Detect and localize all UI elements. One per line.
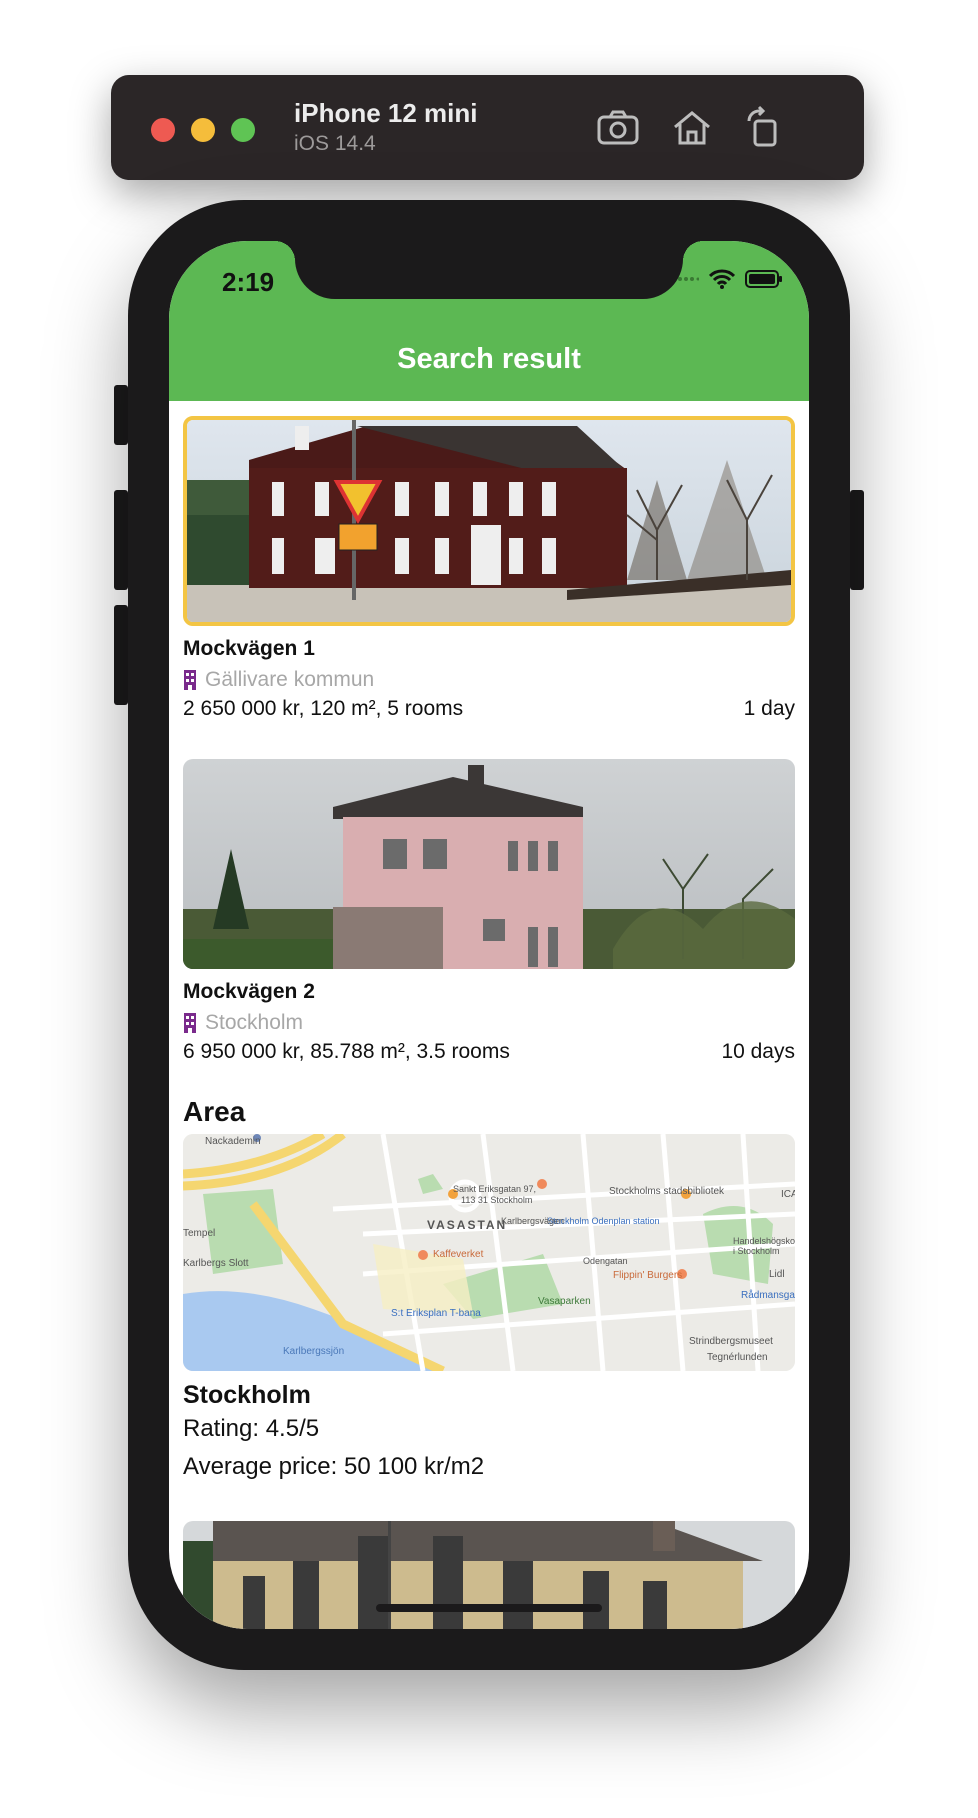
zoom-window-button[interactable] <box>231 118 255 142</box>
status-icons <box>677 269 783 289</box>
listing-photo[interactable] <box>183 416 795 626</box>
building-icon <box>184 670 196 690</box>
status-time: 2:19 <box>222 267 275 297</box>
listing-card[interactable]: Mockvägen 2 Stockholm 6 950 000 kr, 85.7… <box>183 759 795 1070</box>
listing-details-row: 6 950 000 kr, 85.788 m², 3.5 rooms 10 da… <box>183 1040 795 1070</box>
phone-frame: 2:19 Search result Mockvägen 1 Gällivare… <box>128 200 850 1670</box>
map-label: ICA <box>781 1189 795 1200</box>
building-icon <box>184 1013 196 1033</box>
map-label: Strindbergsmuseet <box>689 1336 773 1347</box>
pink-house-image <box>183 759 795 969</box>
map-label: Tegnérlunden <box>707 1352 768 1363</box>
map-label: Handelshögskol i Stockholm <box>733 1236 795 1256</box>
listing-age: 10 days <box>721 1040 795 1063</box>
listing-municipality-row: Stockholm <box>183 1008 795 1038</box>
wifi-icon <box>709 269 735 289</box>
home-indicator[interactable] <box>376 1604 602 1612</box>
listing-card[interactable]: Mockvägen 1 Gällivare kommun 2 650 000 k… <box>183 416 795 727</box>
map-label: Rådmansgata <box>741 1290 795 1301</box>
map-label: Karlbergsvägen <box>501 1216 565 1226</box>
rotate-icon <box>747 105 777 147</box>
map-label: Sankt Eriksgatan 97, <box>453 1184 537 1194</box>
listing-details: 6 950 000 kr, 85.788 m², 3.5 rooms <box>183 1040 510 1063</box>
notch <box>275 241 703 299</box>
screenshot-icon <box>597 110 639 145</box>
area-rating: Rating: 4.5/5 <box>183 1415 320 1442</box>
listing-details: 2 650 000 kr, 120 m², 5 rooms <box>183 697 464 720</box>
volume-up-button <box>114 490 128 590</box>
listing-age: 1 day <box>743 697 795 720</box>
map-label: Vasaparken <box>538 1296 591 1307</box>
signal-dots-icon <box>678 277 699 281</box>
listing-photo[interactable] <box>183 1521 795 1629</box>
area-average-price: Average price: 50 100 kr/m2 <box>183 1453 485 1480</box>
power-button <box>850 490 864 590</box>
os-version: iOS 14.4 <box>294 132 376 155</box>
rotate-button[interactable] <box>741 105 787 151</box>
map-label: Karlbergs Slott <box>183 1258 249 1269</box>
yellow-house-image <box>183 1521 795 1629</box>
map-label: Tempel <box>183 1228 216 1239</box>
red-house-image <box>187 420 791 622</box>
device-name: iPhone 12 mini <box>294 98 478 128</box>
map-label: Nackademin <box>205 1136 261 1147</box>
page-title: Search result <box>397 343 581 375</box>
listing-municipality: Gällivare kommun <box>205 668 375 691</box>
map-label: Karlbergssjön <box>283 1346 345 1357</box>
listing-municipality-row: Gällivare kommun <box>183 665 795 695</box>
area-heading: Area <box>183 1096 246 1127</box>
map-label: Stockholms stadsbibliotek <box>609 1186 725 1197</box>
navigation-header: 2:19 Search result <box>169 241 809 401</box>
results-list: Mockvägen 1 Gällivare kommun 2 650 000 k… <box>183 416 795 1629</box>
volume-down-button <box>114 605 128 705</box>
screenshot-button[interactable] <box>595 105 641 151</box>
listing-photo[interactable] <box>183 759 795 969</box>
map-label: VASASTAN <box>427 1218 508 1232</box>
mute-switch <box>114 385 128 445</box>
battery-icon <box>745 270 782 288</box>
map-label: S:t Eriksplan T-bana <box>391 1308 481 1319</box>
home-icon <box>674 111 710 145</box>
listing-address: Mockvägen 1 <box>183 637 315 660</box>
home-button[interactable] <box>669 105 715 151</box>
phone-screen: 2:19 Search result Mockvägen 1 Gällivare… <box>169 241 809 1629</box>
area-map[interactable]: Nackademin Sankt Eriksgatan 97, 113 31 S… <box>183 1134 795 1371</box>
listing-details-row: 2 650 000 kr, 120 m², 5 rooms 1 day <box>183 697 795 727</box>
map-label: Flippin' Burgers <box>613 1270 683 1281</box>
listing-municipality: Stockholm <box>205 1011 304 1034</box>
simulator-toolbar: iPhone 12 mini iOS 14.4 <box>111 75 864 180</box>
minimize-window-button[interactable] <box>191 118 215 142</box>
map-label: Kaffeverket <box>433 1249 484 1260</box>
map-label: Lidl <box>769 1269 785 1280</box>
listing-address: Mockvägen 2 <box>183 980 315 1003</box>
map-label: 113 31 Stockholm <box>461 1195 533 1205</box>
map-label: Odengatan <box>583 1256 628 1266</box>
close-window-button[interactable] <box>151 118 175 142</box>
area-name: Stockholm <box>183 1381 311 1409</box>
